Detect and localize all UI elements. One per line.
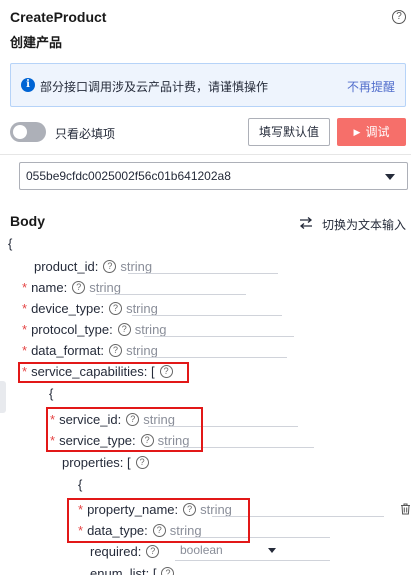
divider bbox=[0, 154, 411, 155]
run-label: 调试 bbox=[365, 125, 390, 139]
trash-icon[interactable] bbox=[400, 503, 411, 515]
info-icon: i bbox=[21, 78, 35, 92]
highlight-box bbox=[67, 498, 250, 543]
protocol-type-input[interactable]: string bbox=[135, 322, 167, 337]
side-collapse-handle[interactable] bbox=[0, 381, 6, 413]
question-circle-icon[interactable]: ? bbox=[103, 259, 117, 273]
question-circle-icon[interactable]: ? bbox=[146, 544, 160, 558]
notice-text: 部分接口调用涉及云产品计费，请谨慎操作 bbox=[40, 80, 269, 94]
boolean-select-value: boolean bbox=[180, 543, 223, 557]
input-underline bbox=[137, 357, 287, 358]
field-key: data_format: bbox=[31, 342, 105, 358]
switch-arrows-icon[interactable] bbox=[299, 217, 313, 229]
open-brace: { bbox=[8, 236, 13, 251]
input-underline bbox=[96, 294, 246, 295]
input-underline bbox=[128, 273, 278, 274]
play-icon: ▶ bbox=[353, 127, 361, 137]
question-circle-icon[interactable]: ? bbox=[392, 10, 406, 24]
field-key: enum_list: [ bbox=[90, 565, 157, 575]
required-boolean-select[interactable]: boolean bbox=[175, 543, 278, 559]
required-mark: * bbox=[22, 342, 28, 358]
toggle-label: 只看必填项 bbox=[55, 127, 116, 141]
field-key: required: bbox=[90, 543, 142, 559]
required-mark: * bbox=[22, 300, 28, 316]
input-underline bbox=[144, 336, 294, 337]
required-mark: * bbox=[22, 279, 28, 295]
input-underline bbox=[175, 560, 330, 561]
question-circle-icon[interactable]: ? bbox=[109, 301, 123, 315]
question-circle-icon[interactable]: ? bbox=[117, 322, 131, 336]
chevron-down-icon bbox=[385, 174, 395, 180]
fill-default-button[interactable]: 填写默认值 bbox=[248, 118, 330, 146]
dismiss-notice-link[interactable]: 不再提醒 bbox=[347, 78, 395, 95]
instance-id-select[interactable]: 055be9cfdc0025002f56c01b641202a8 bbox=[19, 162, 408, 190]
product-id-input[interactable]: string bbox=[120, 259, 152, 274]
question-circle-icon[interactable]: ? bbox=[135, 455, 149, 469]
field-enum-list: enum_list: [ ? bbox=[90, 564, 178, 575]
required-mark: * bbox=[22, 321, 28, 337]
field-required: required: ? bbox=[90, 542, 163, 560]
highlight-box bbox=[18, 362, 189, 383]
question-circle-icon[interactable]: ? bbox=[72, 280, 86, 294]
field-properties: properties: [ ? bbox=[62, 453, 153, 471]
field-key: protocol_type: bbox=[31, 321, 113, 337]
question-circle-icon[interactable]: ? bbox=[109, 343, 123, 357]
input-underline bbox=[132, 315, 282, 316]
page-subtitle: 创建产品 bbox=[10, 35, 63, 50]
field-key: name: bbox=[31, 279, 68, 295]
highlight-box bbox=[46, 407, 203, 452]
billing-notice: i 部分接口调用涉及云产品计费，请谨慎操作 不再提醒 bbox=[10, 63, 406, 107]
field-key: product_id: bbox=[34, 258, 99, 274]
name-input[interactable]: string bbox=[89, 280, 121, 295]
data-format-input[interactable]: string bbox=[126, 343, 158, 358]
body-section-title: Body bbox=[10, 213, 45, 229]
required-only-toggle[interactable] bbox=[10, 122, 46, 142]
header: CreateProduct 创建产品 ? bbox=[10, 8, 406, 52]
run-debug-button[interactable]: ▶ 调试 bbox=[337, 118, 406, 146]
switch-to-text-input-link[interactable]: 切换为文本输入 bbox=[322, 216, 406, 233]
open-brace: { bbox=[49, 386, 54, 401]
page-title: CreateProduct bbox=[10, 9, 107, 25]
question-circle-icon[interactable]: ? bbox=[161, 566, 175, 575]
toggle-knob bbox=[13, 125, 27, 139]
device-type-input[interactable]: string bbox=[126, 301, 158, 316]
open-brace: { bbox=[78, 477, 83, 492]
field-key: properties: [ bbox=[62, 454, 131, 470]
instance-id-value: 055be9cfdc0025002f56c01b641202a8 bbox=[26, 169, 231, 183]
chevron-down-icon bbox=[268, 548, 276, 553]
field-key: device_type: bbox=[31, 300, 105, 316]
